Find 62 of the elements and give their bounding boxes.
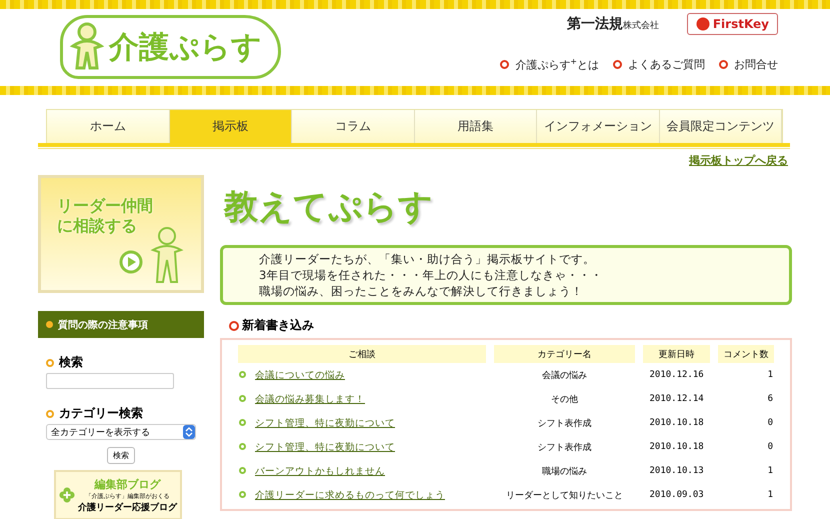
table-cell: シフト表作成: [537, 442, 592, 452]
table-cell: 0: [768, 442, 773, 452]
table-cell: 会議の悩み: [542, 370, 587, 380]
table-cell: 2010.12.14: [650, 394, 704, 404]
search-label: 検索: [38, 354, 204, 371]
intro-text: 3年目で現場を任された・・・年上の人にも注意しなきゃ・・・: [259, 267, 604, 283]
page-title: 教えてぷらす: [224, 186, 434, 229]
table-cell: 6: [768, 394, 773, 404]
thread-link[interactable]: 会議についての悩み: [255, 370, 345, 380]
bullet-icon: [239, 490, 246, 498]
header-link[interactable]: 介護ぷらす$^{+}$とは: [500, 57, 599, 73]
search-field[interactable]: [46, 373, 174, 389]
dropdown-arrow-icon: [183, 425, 195, 439]
notice-link[interactable]: 質問の際の注意事項: [38, 311, 204, 338]
table-cell: 2010.10.18: [650, 418, 704, 428]
thread-link[interactable]: バーンアウトかもしれません: [255, 466, 385, 476]
table-cell: 職場の悩み: [542, 466, 587, 476]
bullet-icon: [239, 370, 246, 378]
partner-logo[interactable]: FirstKey: [686, 13, 778, 35]
nav-tab[interactable]: ホーム: [47, 110, 170, 143]
thread-link[interactable]: シフト管理、特に夜勤について: [255, 442, 395, 452]
header-link[interactable]: お問合せ: [719, 57, 778, 73]
category-dropdown[interactable]: 全カテゴリーを表示する: [46, 424, 196, 440]
thread-link[interactable]: シフト管理、特に夜勤について: [255, 418, 395, 428]
section-heading: 新着書き込み: [229, 317, 792, 334]
nav-tab[interactable]: 会員限定コンテンツ: [660, 110, 782, 143]
table-cell: 2010.12.16: [650, 370, 704, 380]
bullet-icon: [239, 418, 246, 426]
column-header: コメント数: [718, 345, 774, 363]
nav-tab[interactable]: 用語集: [414, 110, 537, 143]
nav-tab[interactable]: 掲示板: [170, 110, 292, 143]
bullet-icon: [46, 358, 54, 366]
table-cell: その他: [550, 394, 578, 404]
header-link[interactable]: よくあるご質問: [613, 57, 705, 73]
publisher-name: 第一法規株式会社: [566, 15, 659, 33]
bullet-icon: [229, 320, 239, 330]
nav-tab[interactable]: インフォメーション: [537, 110, 660, 143]
column-header: ご相談: [238, 345, 486, 363]
intro-text: 介護リーダーたちが、「集い・助け合う」掲示板サイトです。: [259, 251, 596, 267]
table-cell: 1: [768, 466, 773, 476]
thread-link[interactable]: 会議の悩み募集します！: [255, 394, 365, 404]
bullet-icon: [239, 394, 246, 402]
bullet-icon: [239, 442, 246, 450]
table-cell: 1: [768, 490, 773, 500]
table-cell: 0: [768, 418, 773, 428]
bullet-icon: [46, 410, 54, 418]
category-label: カテゴリー検索: [38, 405, 204, 422]
bullet-icon: [239, 466, 246, 474]
column-header: カテゴリー名: [494, 345, 636, 363]
intro-text: 職場の悩み、困ったことをみんなで解決して行きましょう！: [259, 283, 584, 299]
nav-tab[interactable]: コラム: [292, 110, 414, 143]
table-cell: リーダーとして知りたいこと: [506, 490, 623, 500]
table-cell: 1: [768, 370, 773, 380]
table-cell: 2010.10.13: [650, 466, 704, 476]
column-header: 更新日時: [643, 345, 710, 363]
back-link[interactable]: 掲示板トップへ戻る: [689, 153, 788, 170]
bullet-icon: [46, 321, 53, 328]
thread-link[interactable]: 介護リーダーに求めるものって何でしょう: [255, 490, 445, 500]
table-cell: 2010.09.03: [650, 490, 704, 500]
search-button[interactable]: 検索: [107, 447, 135, 464]
table-cell: シフト表作成: [537, 418, 592, 428]
table-cell: 2010.10.18: [650, 442, 704, 452]
